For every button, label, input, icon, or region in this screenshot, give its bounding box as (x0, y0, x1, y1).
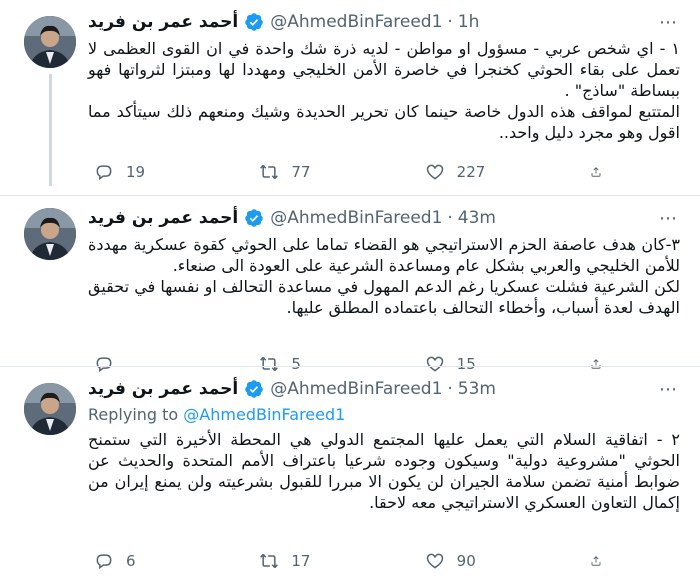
separator: · (447, 12, 453, 32)
author-name[interactable]: أحمد عمر بن فريد (88, 12, 238, 32)
separator: · (447, 379, 453, 399)
retweet-count: 77 (291, 163, 311, 181)
tweet-text: ٣-كان هدف عاصفة الحزم الاستراتيجي هو الق… (88, 234, 680, 318)
reply-button[interactable]: 19 (94, 162, 204, 182)
more-options-icon[interactable]: ⋯ (656, 207, 680, 231)
more-options-icon[interactable]: ⋯ (656, 11, 680, 35)
retweet-icon (260, 164, 279, 180)
like-button[interactable]: 227 (425, 162, 535, 182)
tweet-paragraph: ١ - اي شخص عربي - مسؤول او مواطن - لديه … (88, 39, 680, 100)
avatar[interactable] (24, 16, 76, 68)
avatar[interactable] (24, 208, 76, 260)
retweet-count: 17 (291, 552, 311, 570)
timestamp[interactable]: 43m (458, 208, 496, 228)
timestamp[interactable]: 1h (458, 12, 480, 32)
tweet-2[interactable]: أحمد عمر بن فريد @AhmedBinFareed1 · 43m … (0, 196, 700, 391)
avatar-image (24, 208, 76, 260)
timestamp[interactable]: 53m (458, 379, 496, 399)
replying-to: Replying to @AhmedBinFareed1 (88, 405, 345, 424)
author-name[interactable]: أحمد عمر بن فريد (88, 208, 238, 228)
avatar[interactable] (24, 383, 76, 435)
replying-prefix: Replying to (88, 405, 184, 424)
tweet-paragraph: المتتبع لمواقف هذه الدول خاصة حينما كان … (88, 102, 680, 142)
more-options-icon[interactable]: ⋯ (656, 378, 680, 402)
reply-button[interactable]: 6 (94, 551, 204, 571)
reply-icon (96, 554, 112, 570)
share-button[interactable] (590, 162, 614, 182)
tweet-actions: 19 77 227 (94, 160, 614, 184)
author-handle[interactable]: @AhmedBinFareed1 (270, 208, 442, 228)
share-button[interactable] (590, 551, 614, 571)
tweet-paragraph: ٢ - اتفاقية السلام التي يعمل عليها المجت… (88, 430, 680, 512)
verified-badge-icon (245, 13, 263, 31)
thread-line (49, 74, 52, 186)
tweet-header: أحمد عمر بن فريد @AhmedBinFareed1 · 43m (88, 205, 676, 231)
avatar-image (24, 383, 76, 435)
separator: · (447, 208, 453, 228)
author-name[interactable]: أحمد عمر بن فريد (88, 379, 238, 399)
reply-count: 19 (126, 163, 146, 181)
share-icon (591, 556, 601, 566)
avatar-image (24, 16, 76, 68)
tweet-text: ٢ - اتفاقية السلام التي يعمل عليها المجت… (88, 429, 680, 513)
author-handle[interactable]: @AhmedBinFareed1 (270, 12, 442, 32)
verified-badge-icon (245, 380, 263, 398)
reply-count: 6 (126, 552, 136, 570)
like-icon (426, 553, 443, 569)
replying-to-link[interactable]: @AhmedBinFareed1 (183, 405, 345, 424)
retweet-button[interactable]: 17 (259, 551, 369, 571)
like-button[interactable]: 90 (425, 551, 535, 571)
like-count: 90 (456, 552, 476, 570)
retweet-button[interactable]: 77 (259, 162, 369, 182)
tweet-actions: 6 17 90 (94, 549, 614, 573)
tweet-text: ١ - اي شخص عربي - مسؤول او مواطن - لديه … (88, 38, 680, 143)
tweet-header: أحمد عمر بن فريد @AhmedBinFareed1 · 53m (88, 376, 676, 402)
tweet-1[interactable]: أحمد عمر بن فريد @AhmedBinFareed1 · 1h ⋯… (0, 0, 700, 195)
tweet-paragraph: ٣-كان هدف عاصفة الحزم الاستراتيجي هو الق… (88, 235, 680, 275)
reply-icon (96, 165, 112, 181)
share-icon (591, 167, 601, 177)
tweet-3[interactable]: أحمد عمر بن فريد @AhmedBinFareed1 · 53m … (0, 367, 700, 586)
like-icon (426, 164, 443, 180)
author-handle[interactable]: @AhmedBinFareed1 (270, 379, 442, 399)
retweet-icon (260, 553, 279, 569)
verified-badge-icon (245, 209, 263, 227)
tweet-header: أحمد عمر بن فريد @AhmedBinFareed1 · 1h (88, 9, 676, 35)
like-count: 227 (456, 163, 486, 181)
tweet-paragraph: لكن الشرعية فشلت عسكريا رغم الدعم المهول… (88, 277, 680, 317)
